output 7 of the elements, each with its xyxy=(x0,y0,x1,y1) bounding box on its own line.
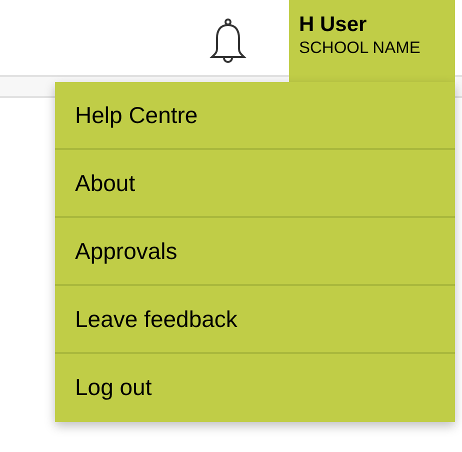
notification-bell-icon[interactable] xyxy=(208,18,248,64)
menu-item[interactable]: Log out xyxy=(55,354,455,422)
menu-item[interactable]: Approvals xyxy=(55,218,455,286)
menu-item[interactable]: About xyxy=(55,150,455,218)
menu-item[interactable]: Help Centre xyxy=(55,82,455,150)
user-menu-toggle[interactable]: H User SCHOOL NAME xyxy=(289,0,455,82)
menu-item[interactable]: Leave feedback xyxy=(55,286,455,354)
